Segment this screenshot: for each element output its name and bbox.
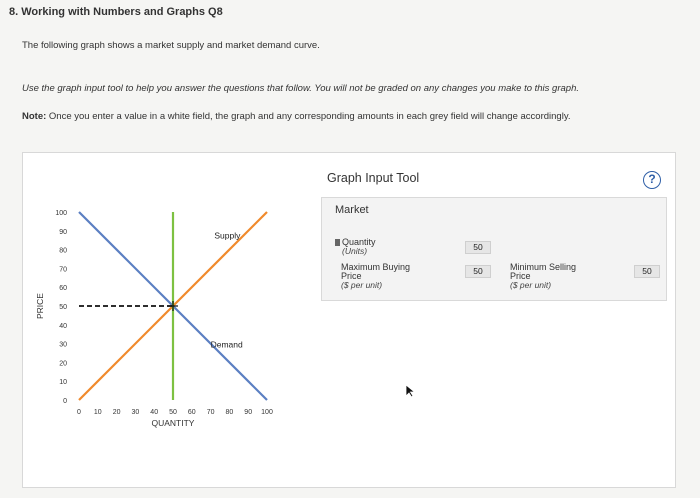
demand-label: Demand [211,339,243,349]
question-title: 8. Working with Numbers and Graphs Q8 [9,6,223,18]
y-tick-label: 20 [59,360,67,367]
y-tick-label: 40 [59,323,67,330]
y-tick-label: 90 [59,229,67,236]
quantity-field[interactable]: 50 [465,241,491,254]
market-chart[interactable]: 0 10 20 30 40 50 60 70 80 90 100 0 10 20 30 40 50 60 70 80 9… [23,153,313,443]
x-tick-label: 30 [132,409,140,416]
instructions-text: Use the graph input tool to help you ans… [22,83,579,94]
y-axis-label: PRICE [35,293,45,319]
min-selling-unit: ($ per unit) [510,280,552,290]
x-tick-label: 10 [94,409,102,416]
x-tick-label: 90 [244,409,252,416]
supply-label: Supply [214,230,241,240]
intro-text: The following graph shows a market suppl… [22,40,320,51]
y-tick-label: 60 [59,285,67,292]
max-buying-price-field: 50 [465,265,491,278]
x-tick-label: 80 [226,409,234,416]
mouse-pointer-icon [405,384,416,398]
note-label: Note: [22,111,47,122]
x-tick-label: 40 [150,409,158,416]
market-label: Market [335,204,369,216]
max-buying-unit: ($ per unit) [341,280,383,290]
x-tick-label: 60 [188,409,196,416]
y-tick-label: 70 [59,266,67,273]
graph-panel: 0 10 20 30 40 50 60 70 80 90 100 0 10 20 30 40 50 60 70 80 9… [22,152,676,488]
min-selling-price-label: Minimum Selling Price ($ per unit) [510,263,576,290]
y-tick-label: 10 [59,379,67,386]
help-icon[interactable]: ? [643,171,661,189]
y-tick-label: 50 [59,304,67,311]
x-tick-label: 70 [207,409,215,416]
min-selling-price-field: 50 [634,265,660,278]
y-tick-label: 30 [59,342,67,349]
note-text: Note: Once you enter a value in a white … [22,111,571,122]
market-fields: Market Quantity (Units) 50 Maximum Buyin… [321,197,667,301]
y-tick-label: 80 [59,248,67,255]
y-tick-label: 100 [55,210,67,217]
graph-input-tool: Graph Input Tool ? Market Quantity (Unit… [321,163,667,301]
x-tick-label: 0 [77,409,81,416]
x-tick-label: 100 [261,409,273,416]
x-tick-label: 50 [169,409,177,416]
x-tick-label: 20 [113,409,121,416]
max-buying-price-label: Maximum Buying Price ($ per unit) [341,263,410,290]
note-body: Once you enter a value in a white field,… [46,111,571,122]
tool-title: Graph Input Tool [327,171,420,185]
quantity-marker-icon [335,239,340,247]
x-axis-label: QUANTITY [152,418,195,428]
y-tick-label: 0 [63,398,67,405]
quantity-unit: (Units) [342,246,368,256]
quantity-label: Quantity (Units) [335,238,376,256]
